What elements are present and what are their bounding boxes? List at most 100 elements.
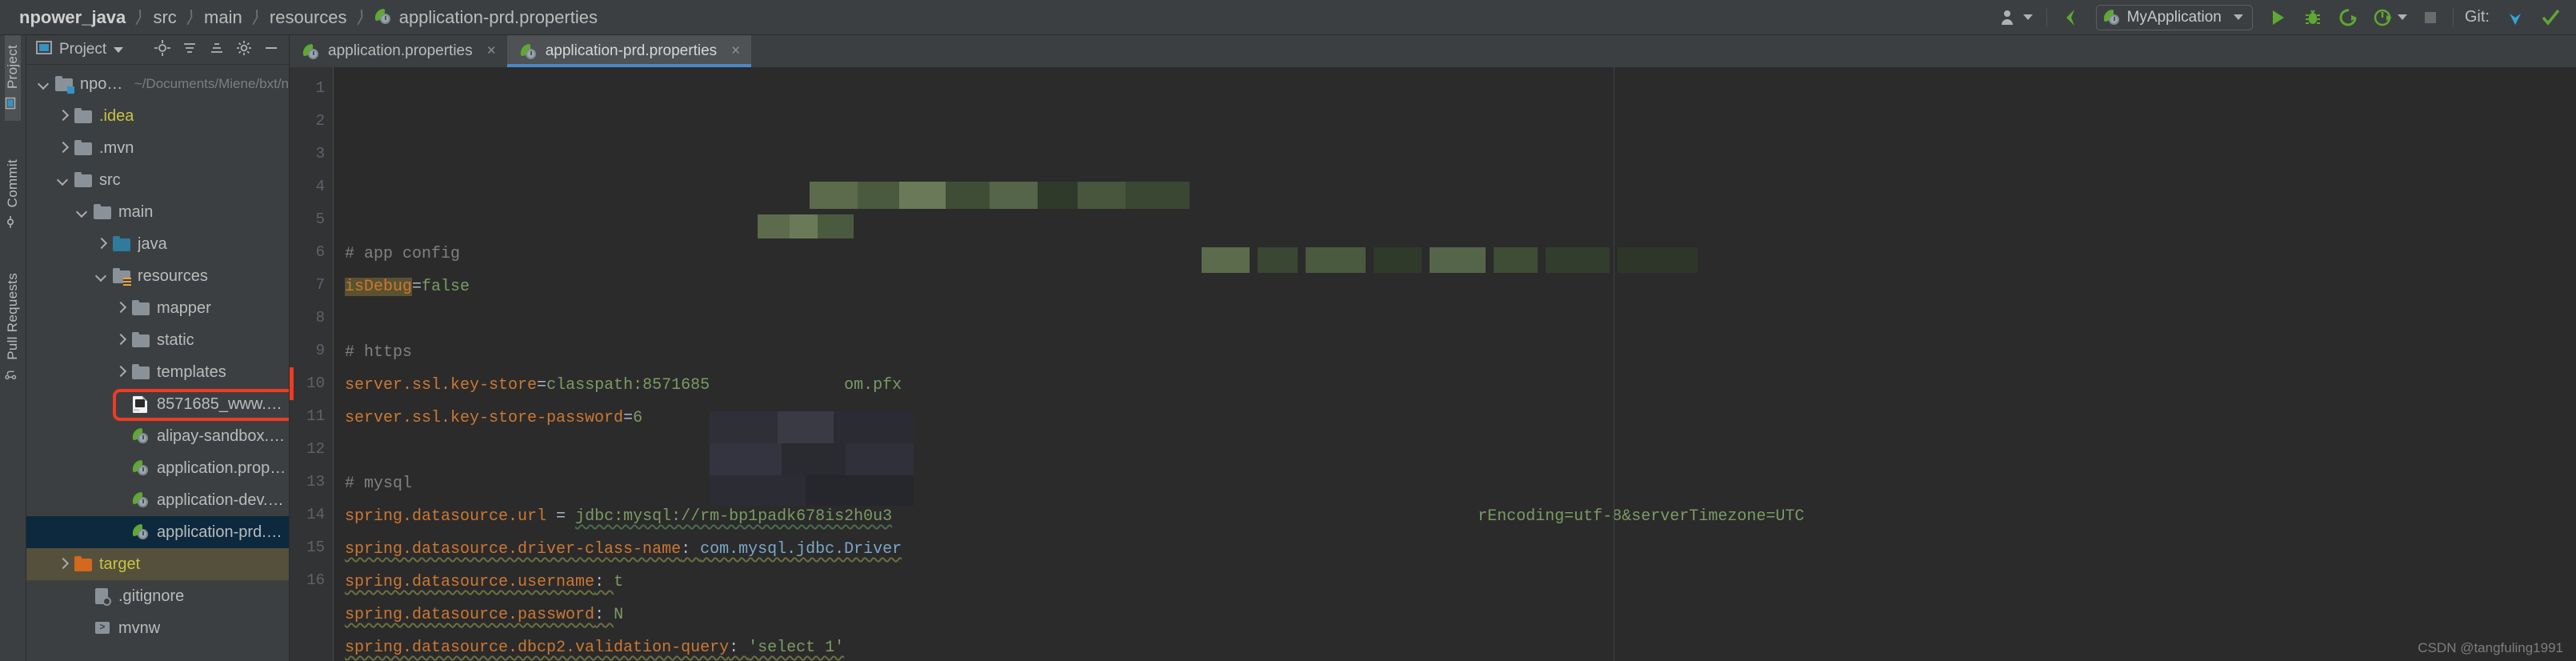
locate-icon[interactable] — [154, 39, 170, 60]
folder-icon — [132, 364, 150, 380]
git-commit-icon[interactable] — [2533, 0, 2568, 34]
target-folder-icon — [74, 556, 92, 572]
code-line-10[interactable]: spring.datasource.driver-class-name: com… — [345, 533, 2576, 566]
user-icon[interactable] — [1993, 0, 2040, 34]
left-tool-rail: Project Commit Pull Requests — [0, 35, 26, 661]
settings-gear-icon[interactable] — [236, 40, 252, 60]
tree-item-npower_java[interactable]: npower_java [npower] ~/Documents/Miene/bx… — [26, 68, 289, 100]
tree-item-8571685_www.niumatech.com.pfx[interactable]: PFX 8571685_www.niumatech.com.pfx — [26, 388, 289, 420]
breadcrumb-item-resources[interactable]: resources — [270, 7, 347, 28]
chevron-right-icon[interactable] — [57, 110, 70, 122]
tree-item-target[interactable]: target — [26, 548, 289, 580]
project-icon — [5, 97, 21, 110]
breadcrumb-separator: ⟩ — [184, 8, 196, 26]
editor-tab-application-prd.properties[interactable]: application-prd.properties × — [506, 35, 752, 67]
code-line-5[interactable]: server.ssl.key-store=classpath:8571685 o… — [345, 369, 2576, 402]
run-configuration-selector[interactable]: MyApplication — [2089, 0, 2260, 34]
editor-tab-application.properties[interactable]: application.properties × — [290, 35, 507, 67]
chevron-right-icon[interactable] — [57, 558, 70, 571]
tree-item-main[interactable]: main — [26, 196, 289, 228]
chevron-down-icon[interactable] — [95, 270, 108, 282]
line-number: 4 — [315, 178, 325, 195]
tree-item-mvnw[interactable]: > mvnw — [26, 612, 289, 644]
chevron-down-icon[interactable] — [38, 78, 50, 90]
chevron-down-icon[interactable] — [114, 46, 124, 53]
resource-folder-icon — [113, 268, 131, 286]
pull-request-icon — [5, 369, 21, 381]
code-token: 6 — [633, 409, 643, 427]
chevron-right-icon[interactable] — [114, 366, 127, 379]
redaction-mosaic-password — [758, 214, 854, 238]
spring-leaf-icon — [373, 8, 392, 26]
breadcrumb-item-file[interactable]: application-prd.properties — [399, 7, 598, 28]
project-tree[interactable]: npower_java [npower] ~/Documents/Miene/bx… — [26, 65, 289, 661]
code-line-4[interactable]: # https — [345, 336, 2576, 369]
chevron-right-icon[interactable] — [57, 142, 70, 154]
debug-icon[interactable] — [2295, 0, 2330, 34]
hide-panel-icon[interactable] — [263, 40, 279, 60]
close-icon[interactable]: × — [731, 42, 740, 60]
breadcrumb-item-main[interactable]: main — [204, 7, 242, 28]
tree-item-.mvn[interactable]: .mvn — [26, 132, 289, 164]
code-line-2[interactable]: isDebug=false — [345, 270, 2576, 303]
profiler-icon[interactable] — [2366, 0, 2414, 34]
breadcrumb-item-src[interactable]: src — [153, 7, 176, 28]
editor-tabs[interactable]: application.properties × application-prd.p… — [290, 35, 2576, 67]
tree-item-application.properties[interactable]: application.properties — [26, 452, 289, 484]
tree-item-.gitignore[interactable]: .gitignore — [26, 580, 289, 612]
code-line-8[interactable]: # mysql — [345, 467, 2576, 500]
script-icon: > — [94, 620, 111, 636]
code-line-9[interactable]: spring.datasource.url = jdbc:mysql://rm-… — [345, 500, 2576, 533]
tree-item-resources[interactable]: resources — [26, 260, 289, 292]
tree-item-alipay-sandbox.properties[interactable]: alipay-sandbox.properties — [26, 420, 289, 452]
code-line-1[interactable]: # app config — [345, 238, 2576, 270]
chevron-right-icon[interactable] — [114, 302, 127, 314]
code-line-6[interactable]: server.ssl.key-store-password=6 — [345, 402, 2576, 435]
code-line-12[interactable]: spring.datasource.password: N — [345, 599, 2576, 631]
sidebar-item-project[interactable]: Project — [5, 35, 21, 122]
tree-item-src[interactable]: src — [26, 164, 289, 196]
code-line-7[interactable] — [345, 435, 2576, 467]
folder-icon — [132, 332, 150, 348]
chevron-right-icon[interactable] — [95, 238, 108, 250]
code-token: false — [422, 278, 470, 296]
tree-item-label: src — [99, 170, 121, 189]
code-line-3[interactable] — [345, 303, 2576, 336]
sidebar-item-commit[interactable]: Commit — [5, 150, 21, 239]
git-update-icon[interactable] — [2498, 0, 2533, 34]
code-line-13[interactable]: spring.datasource.dbcp2.validation-query… — [345, 631, 2576, 661]
sidebar-item-pull-requests[interactable]: Pull Requests — [5, 263, 21, 392]
breadcrumb-item-project[interactable]: npower_java — [19, 7, 126, 28]
tree-item-templates[interactable]: templates — [26, 356, 289, 388]
tree-item-application-prd.properties[interactable]: application-prd.properties — [26, 516, 289, 548]
code-token: isDebug — [345, 278, 413, 296]
code-token: classpath:8571685 — [546, 376, 710, 395]
close-icon[interactable]: × — [487, 42, 496, 60]
line-number-gutter: 1 2 3 4 5 6 7 8 9 10 11 12 13 14 15 16 — [290, 67, 334, 661]
modified-line-marker — [290, 367, 294, 400]
chevron-right-icon[interactable] — [114, 334, 127, 347]
code-token: com.mysql.jdbc.Driver — [700, 540, 902, 559]
tree-item-label: target — [99, 555, 141, 573]
stop-icon[interactable] — [2414, 0, 2446, 34]
code-line-11[interactable]: spring.datasource.username: t — [345, 566, 2576, 599]
run-icon[interactable] — [2260, 0, 2295, 34]
back-arrow-icon[interactable] — [2054, 0, 2089, 34]
chevron-down-icon[interactable] — [76, 206, 89, 218]
tree-item-java[interactable]: java — [26, 228, 289, 260]
code-token: spring.datasource.url — [345, 507, 547, 526]
rerun-icon[interactable] — [2330, 0, 2366, 34]
tree-item-application-dev.properties[interactable]: application-dev.properties — [26, 484, 289, 516]
tree-item-static[interactable]: static — [26, 324, 289, 356]
chevron-down-icon[interactable] — [57, 174, 70, 186]
code-content[interactable]: # app config isDebug=false # https server.… — [334, 67, 2576, 661]
code-token: # https — [345, 343, 413, 362]
code-area[interactable]: 1 2 3 4 5 6 7 8 9 10 11 12 13 14 15 16 #… — [290, 67, 2576, 661]
tree-item-mapper[interactable]: mapper — [26, 292, 289, 324]
code-token: : — [729, 639, 749, 657]
expand-all-icon[interactable] — [209, 40, 225, 60]
tree-item-.idea[interactable]: .idea — [26, 100, 289, 132]
collapse-all-icon[interactable] — [182, 40, 198, 60]
